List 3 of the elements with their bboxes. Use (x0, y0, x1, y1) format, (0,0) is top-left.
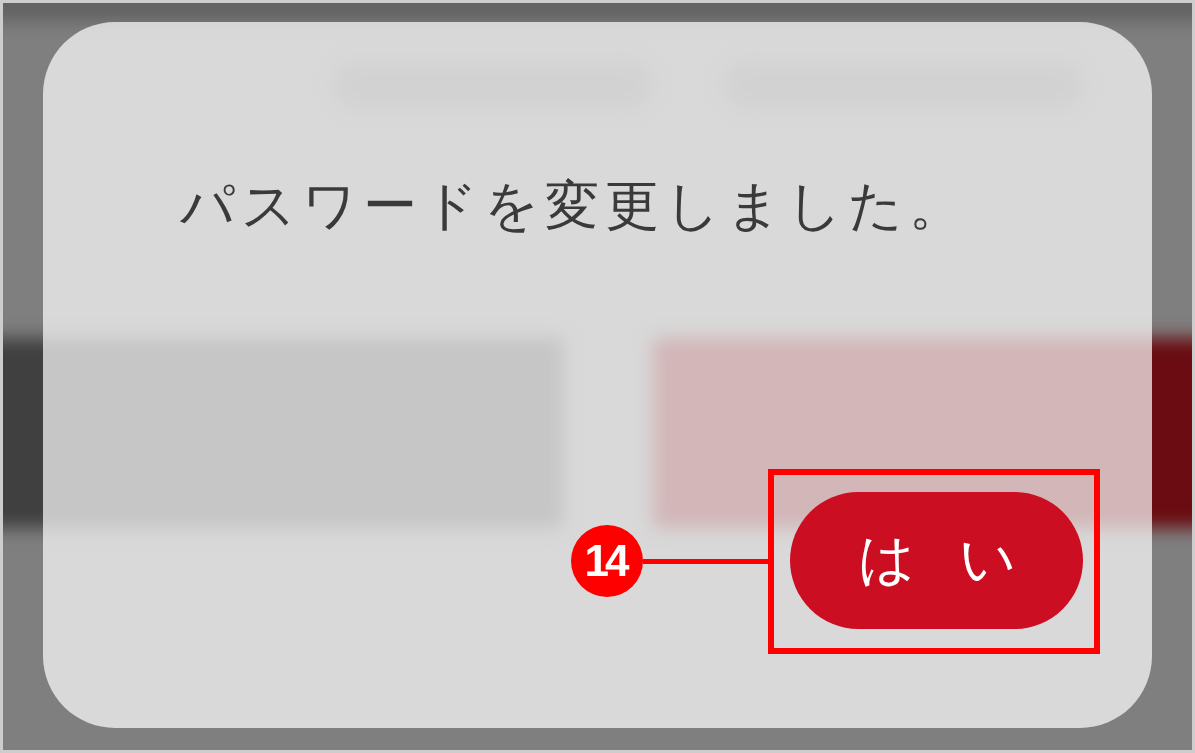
confirm-button[interactable]: はい (790, 491, 1083, 629)
dialog-message: パスワードを変更しました。 (180, 174, 969, 239)
callout-number: 14 (571, 525, 643, 598)
